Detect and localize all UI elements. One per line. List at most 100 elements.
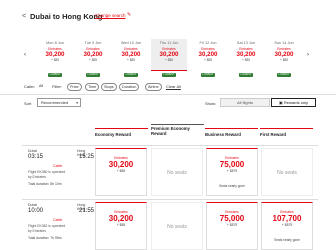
arrive-time: 21:55 [79,208,95,214]
header: < Dubai to Hong Kong Change search ✎ ‹ ›… [0,0,336,82]
tax: + $85 [279,58,289,62]
sort-row: Sort Recommended ▾ Show: All flights ▣ R… [0,96,336,110]
premium-no-seats: No seats [151,148,203,196]
cabin-tag: Cabin [53,164,63,168]
business-fare[interactable]: Emirates 75,000 + $879 [206,202,258,250]
flight-info: Dubai Hong Kong 03:15 15:25 Cabin Flight… [22,146,94,199]
date-tab-2[interactable]: Tue 9 Jun Emirates 30,200 + $85 LOWEST [75,39,111,77]
date-label: Thu 11 Jun [159,41,179,45]
date-tab-7[interactable]: Sun 14 Jun Emirates 30,200 + $85 LOWEST [266,39,302,77]
lowest-badge: LOWEST [276,73,292,77]
tax: + $85 [116,223,126,227]
seats-remaining: Seats nearly gone [219,184,245,188]
filter-chip-airline[interactable]: Airline [145,83,162,91]
sort-label: Sort [24,101,32,106]
first-fare[interactable]: Emirates 107,700 + $879 Seats nearly gon… [261,202,313,250]
lowest-badge: LOWEST [123,73,139,77]
rewards-only-label: Rewards only [283,100,309,105]
economy-fare[interactable]: Emirates 30,200 + $85 [95,148,147,196]
points: 107,700 [272,214,302,223]
pencil-icon[interactable]: ✎ [127,12,131,18]
date-label: Fri 12 Jun [199,41,217,45]
col-first: First Reward [260,128,313,144]
points: 30,200 [45,51,65,58]
cabin-select[interactable]: All [37,83,45,91]
points: 30,200 [108,214,134,223]
change-search-link[interactable]: Change search [95,13,126,18]
points: 75,000 [219,160,245,169]
next-dates-arrow-icon[interactable]: › [307,52,309,58]
filter-chip-time[interactable]: Time [85,83,100,91]
seats-remaining: Seats nearly gone [274,238,300,242]
date-label: Mon 8 Jun [46,41,64,45]
date-tab-4-selected[interactable]: Thu 11 Jun Emirates 30,200 + $85 LOWEST [151,39,187,77]
tax: + $879 [281,223,293,227]
cabin-tag: Cabin [53,218,63,222]
points: 30,200 [159,51,179,58]
prev-dates-arrow-icon[interactable]: ‹ [24,52,26,58]
filter-bar: Cabin All Filter: Price Time Stops Durat… [0,82,336,92]
lowest-badge: LOWEST [161,73,177,77]
filter-chip-duration[interactable]: Duration [119,83,140,91]
date-tab-5[interactable]: Fri 12 Jun Emirates 30,200 + $85 LOWEST [190,39,226,77]
show-label: Show: [205,101,217,106]
filter-chip-stops[interactable]: Stops [101,83,117,91]
date-label: Tue 9 Jun [84,41,102,45]
col-economy: Economy Reward [95,128,148,144]
all-flights-toggle[interactable]: All flights [220,98,270,107]
rewards-only-toggle[interactable]: ▣ Rewards only [271,98,316,107]
tax: + $85 [241,58,251,62]
col-premium-economy: Premium Economy Reward [151,124,204,144]
business-fare[interactable]: Emirates 75,000 + $879 Seats nearly gone [206,148,258,196]
date-label: Sat 13 Jun [236,41,256,45]
depart-time: 03:15 [28,154,44,160]
tax: + $879 [226,223,238,227]
lowest-badge: LOWEST [238,73,254,77]
operated-by: Flight EK382 is operated by Emirates [28,224,66,233]
points: 30,200 [274,51,294,58]
points: 75,000 [219,214,245,223]
date-tab-6[interactable]: Sat 13 Jun Emirates 30,200 + $85 LOWEST [228,39,264,77]
flight-row: Dubai Hong Kong 10:00 21:55 Cabin Flight… [22,199,318,250]
economy-fare[interactable]: Emirates 30,200 + $85 [95,202,147,250]
divider [0,94,336,95]
back-arrow-icon[interactable]: < [22,13,26,20]
tax: + $85 [88,58,98,62]
origin-label: Dubai [28,203,38,207]
sort-value: Recommended [41,100,69,105]
tax: + $85 [164,58,174,62]
lowest-badge: LOWEST [85,73,101,77]
cabin-column-headers: Economy Reward Premium Economy Reward Bu… [0,124,336,144]
date-tab-1[interactable]: Mon 8 Jun Emirates 30,200 + $85 LOWEST [37,39,73,77]
first-no-seats: No seats [261,148,313,196]
chevron-down-icon: ▾ [76,101,78,105]
cabin-label: Cabin [24,84,35,89]
points: 30,200 [236,51,256,58]
origin-label: Dubai [28,149,38,153]
lowest-badge: LOWEST [47,73,63,77]
flight-info: Dubai Hong Kong 10:00 21:55 Cabin Flight… [22,200,94,250]
page-title: Dubai to Hong Kong [30,12,103,21]
premium-no-seats: No seats [151,202,203,250]
sort-select[interactable]: Recommended ▾ [37,98,81,107]
points: 30,200 [198,51,218,58]
tax: + $85 [116,169,126,173]
points: 30,200 [108,160,134,169]
col-business: Business Reward [205,128,258,144]
flight-row: Dubai Hong Kong 03:15 15:25 Cabin Flight… [22,145,318,198]
points: 30,200 [121,51,141,58]
points: 30,200 [83,51,103,58]
tax: + $85 [203,58,213,62]
date-tab-3[interactable]: Wed 10 Jun Emirates 30,200 + $85 LOWEST [113,39,149,77]
filter-chip-price[interactable]: Price [67,83,82,91]
tax: + $879 [226,169,238,173]
clear-all-link[interactable]: Clear All [166,84,181,89]
arrive-time: 15:25 [79,154,95,160]
date-label: Wed 10 Jun [120,41,142,45]
depart-time: 10:00 [28,208,44,214]
tax: + $85 [50,58,60,62]
tax: + $85 [126,58,136,62]
filter-label: Filter: [52,84,62,89]
total-duration: Total duration: 7h 55m [28,236,62,240]
operated-by: Flight EK380 is operated by Emirates [28,170,66,179]
